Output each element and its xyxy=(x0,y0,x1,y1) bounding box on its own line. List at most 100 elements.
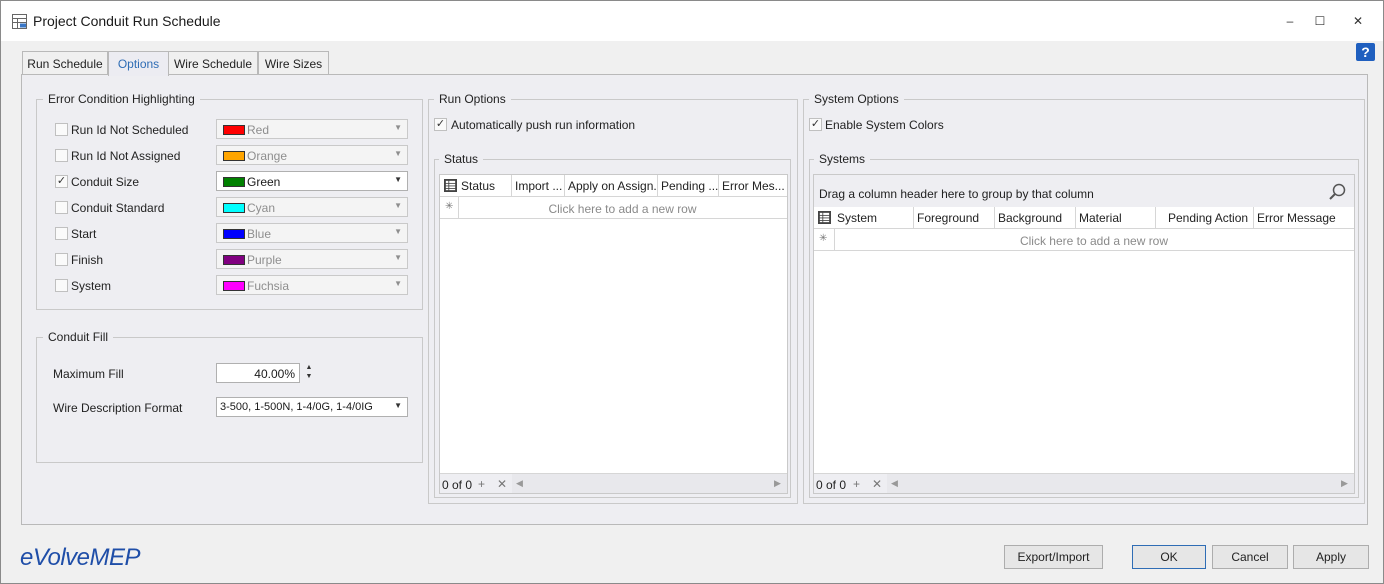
checkbox-conduit-size[interactable]: ✓ xyxy=(55,175,68,188)
dropdown-arrow-icon: ▼ xyxy=(394,401,402,410)
maximize-button[interactable]: ☐ xyxy=(1305,9,1335,33)
checkbox-finish[interactable] xyxy=(55,253,68,266)
max-fill-spinner[interactable]: ▲ ▼ xyxy=(302,363,316,383)
color-combo-conduit-standard[interactable]: Cyan ▼ xyxy=(216,197,408,217)
color-name: Purple xyxy=(247,253,282,267)
scroll-left-icon[interactable]: ◀ xyxy=(516,478,523,489)
checkbox-auto-push[interactable]: ✓ xyxy=(434,118,447,131)
dropdown-arrow-icon: ▼ xyxy=(394,279,402,288)
help-button[interactable]: ? xyxy=(1356,43,1375,61)
column-header-background[interactable]: Background xyxy=(995,207,1076,228)
tab-run-schedule[interactable]: Run Schedule xyxy=(22,51,108,75)
column-header-pending[interactable]: Pending ... xyxy=(658,175,719,196)
cancel-button[interactable]: Cancel xyxy=(1212,545,1288,569)
conduit-fill-title: Conduit Fill xyxy=(43,330,114,344)
tab-options[interactable]: Options xyxy=(108,51,169,76)
column-chooser-icon[interactable] xyxy=(444,179,457,192)
color-combo-system[interactable]: Fuchsia ▼ xyxy=(216,275,408,295)
column-header-pending-action[interactable]: Pending Action xyxy=(1156,207,1254,228)
group-by-panel[interactable]: Drag a column header here to group by th… xyxy=(814,175,1354,207)
systems-new-row-text[interactable]: Click here to add a new row xyxy=(834,234,1354,248)
systems-hscrollbar[interactable]: ◀ ▶ xyxy=(887,474,1354,493)
checkbox-system[interactable] xyxy=(55,279,68,292)
error-highlighting-title: Error Condition Highlighting xyxy=(43,92,200,106)
wire-format-select[interactable]: 3-500, 1-500N, 1-4/0G, 1-4/0IG ▼ xyxy=(216,397,408,417)
color-combo-start[interactable]: Blue ▼ xyxy=(216,223,408,243)
system-options-title: System Options xyxy=(809,92,904,106)
maximize-icon: ☐ xyxy=(1314,14,1326,28)
add-record-icon[interactable]: + xyxy=(853,477,860,491)
column-header-foreground[interactable]: Foreground xyxy=(914,207,995,228)
label-auto-push: Automatically push run information xyxy=(451,118,636,132)
export-import-button[interactable]: Export/Import xyxy=(1004,545,1103,569)
column-header-system[interactable]: System xyxy=(834,207,914,228)
color-combo-finish[interactable]: Purple ▼ xyxy=(216,249,408,269)
max-fill-input[interactable]: 40.00% xyxy=(216,363,300,383)
status-title: Status xyxy=(439,152,484,166)
delete-record-icon[interactable]: ✕ xyxy=(872,477,882,491)
tab-label: Wire Schedule xyxy=(173,56,253,71)
column-header-error-message[interactable]: Error Message xyxy=(1254,207,1354,228)
new-row-star-icon: ✳ xyxy=(445,201,454,212)
systems-new-row[interactable]: ✳ Click here to add a new row xyxy=(814,229,1354,251)
color-name: Orange xyxy=(247,149,288,163)
spin-up-icon[interactable]: ▲ xyxy=(302,363,316,372)
ok-button[interactable]: OK xyxy=(1132,545,1206,569)
status-hscrollbar[interactable]: ◀ ▶ xyxy=(512,474,787,493)
color-swatch xyxy=(223,229,245,239)
tab-wire-sizes[interactable]: Wire Sizes xyxy=(258,51,329,75)
search-icon[interactable] xyxy=(1328,183,1346,201)
systems-grid: Drag a column header here to group by th… xyxy=(813,174,1355,494)
color-combo-run-id-not-scheduled[interactable]: Red ▼ xyxy=(216,119,408,139)
scroll-right-icon[interactable]: ▶ xyxy=(1341,478,1348,489)
dropdown-arrow-icon: ▼ xyxy=(394,227,402,236)
status-new-row[interactable]: ✳ Click here to add a new row xyxy=(440,197,787,219)
tab-label: Run Schedule xyxy=(27,56,103,71)
label-run-id-not-assigned: Run Id Not Assigned xyxy=(71,149,181,163)
label-start: Start xyxy=(71,227,97,241)
label-system: System xyxy=(71,279,112,293)
title-bar[interactable]: Project Conduit Run Schedule – ☐ ✕ xyxy=(1,1,1383,41)
checkbox-run-id-not-assigned[interactable] xyxy=(55,149,68,162)
minimize-button[interactable]: – xyxy=(1275,9,1305,33)
column-header-material[interactable]: Material xyxy=(1076,207,1156,228)
new-row-star-icon: ✳ xyxy=(819,233,828,244)
color-combo-conduit-size[interactable]: Green ▼ xyxy=(216,171,408,191)
close-button[interactable]: ✕ xyxy=(1343,9,1373,33)
label-conduit-standard: Conduit Standard xyxy=(71,201,165,215)
color-name: Blue xyxy=(247,227,272,241)
minimize-icon: – xyxy=(1286,14,1294,28)
status-record-count: 0 of 0 xyxy=(442,478,473,492)
dropdown-arrow-icon: ▼ xyxy=(394,175,402,184)
systems-navigator: 0 of 0 + ✕ ◀ ▶ xyxy=(814,473,1354,493)
label-conduit-size: Conduit Size xyxy=(71,175,140,189)
delete-record-icon[interactable]: ✕ xyxy=(497,477,507,491)
max-fill-value: 40.00% xyxy=(254,367,295,381)
help-icon: ? xyxy=(1361,44,1370,60)
schedule-app-icon xyxy=(12,14,27,29)
status-new-row-text[interactable]: Click here to add a new row xyxy=(458,202,787,216)
check-icon: ✓ xyxy=(810,118,821,130)
color-swatch xyxy=(223,125,245,135)
color-combo-run-id-not-assigned[interactable]: Orange ▼ xyxy=(216,145,408,165)
column-header-import[interactable]: Import ... xyxy=(512,175,565,196)
tab-wire-schedule[interactable]: Wire Schedule xyxy=(168,51,258,75)
check-icon: ✓ xyxy=(435,118,446,130)
checkbox-conduit-standard[interactable] xyxy=(55,201,68,214)
column-header-status[interactable]: Status xyxy=(458,175,512,196)
checkbox-enable-system-colors[interactable]: ✓ xyxy=(809,118,822,131)
column-header-error-message[interactable]: Error Mes... xyxy=(719,175,787,196)
checkbox-start[interactable] xyxy=(55,227,68,240)
column-chooser-icon[interactable] xyxy=(818,211,831,224)
column-header-apply-on-assign[interactable]: Apply on Assign... xyxy=(565,175,658,196)
window-title: Project Conduit Run Schedule xyxy=(33,13,221,29)
color-swatch xyxy=(223,255,245,265)
apply-button[interactable]: Apply xyxy=(1293,545,1369,569)
checkbox-run-id-not-scheduled[interactable] xyxy=(55,123,68,136)
add-record-icon[interactable]: + xyxy=(478,477,485,491)
close-icon: ✕ xyxy=(1352,14,1364,28)
spin-down-icon[interactable]: ▼ xyxy=(302,372,316,381)
scroll-right-icon[interactable]: ▶ xyxy=(774,478,781,489)
scroll-left-icon[interactable]: ◀ xyxy=(891,478,898,489)
label-finish: Finish xyxy=(71,253,104,267)
